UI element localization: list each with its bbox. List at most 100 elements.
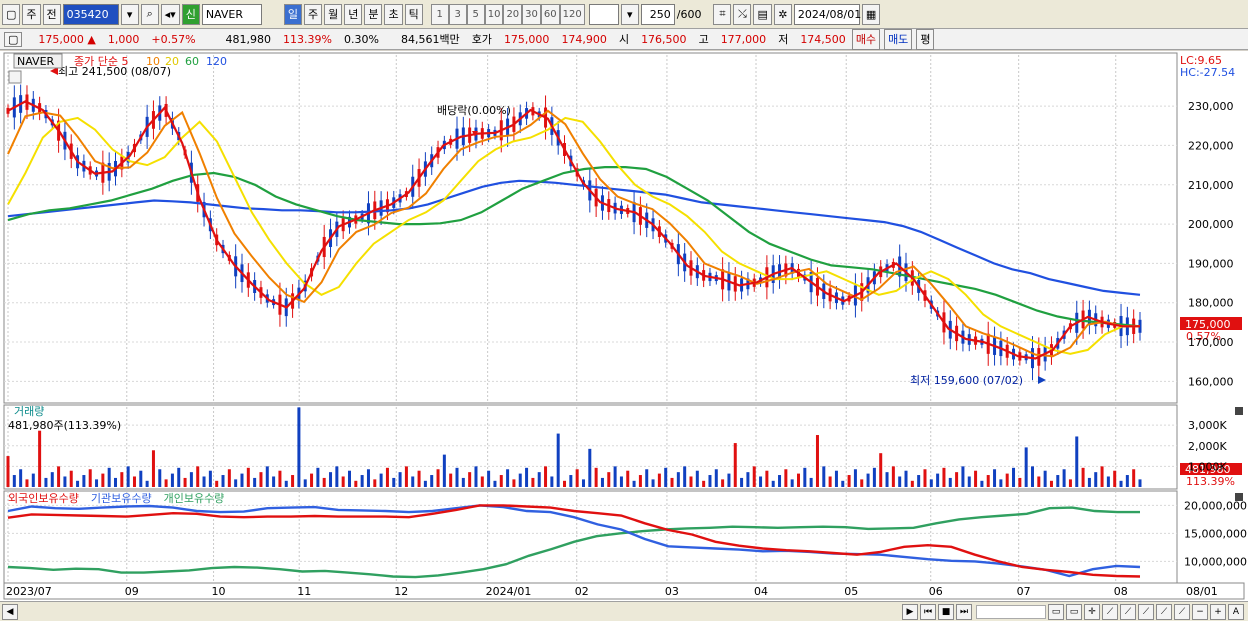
volume-bar [202, 476, 206, 487]
volume-bar [721, 479, 725, 487]
volume-bar [101, 473, 105, 487]
scrollbar[interactable]: ◀ ▶ ⏮ ■ ⏭ ▭ ▭ ✛ ⟋ ⟋ ⟋ ⟋ ⟋ − + A [0, 601, 1248, 621]
y-tick-label: 200,000 [1188, 218, 1234, 231]
panel-close-icon[interactable] [1235, 407, 1243, 415]
buy-button[interactable]: 매수 [851, 28, 881, 50]
sell-button[interactable]: 매도 [884, 28, 913, 50]
period-select[interactable]: 주 [22, 3, 41, 25]
interval-tab[interactable]: 20 [503, 3, 523, 25]
scroll-right-icon[interactable]: ▶ [902, 603, 918, 620]
volume-bar [38, 430, 42, 487]
timeframe-tab[interactable]: 년 [344, 3, 363, 25]
stock-name-field[interactable]: NAVER [201, 3, 262, 25]
y-tick-label: 190,000 [1188, 257, 1234, 270]
gear-icon[interactable]: ✲ [773, 3, 792, 25]
volume-bar [360, 475, 364, 487]
volume-bar [455, 467, 459, 487]
low-value: 174,500 [800, 32, 846, 46]
x-tick-label: 08 [1114, 585, 1128, 598]
volume-bar [50, 472, 54, 487]
interval-tab[interactable]: 3 [448, 3, 467, 25]
volume-bar [714, 469, 718, 487]
timeframe-tab[interactable]: 틱 [404, 3, 423, 25]
volume-bar [240, 473, 244, 487]
chevron-down-icon[interactable]: ▾ [620, 3, 639, 25]
draw-line-icon[interactable]: ⟋ [1102, 603, 1118, 620]
zoom-out-icon[interactable]: − [1192, 603, 1208, 620]
volume-bar [695, 470, 699, 487]
zoom-icon[interactable]: ▭ [1048, 603, 1064, 620]
interval-tab[interactable]: 5 [466, 3, 485, 25]
timeframe-tab[interactable]: 주 [303, 3, 323, 25]
timeframe-tab[interactable]: 일 [283, 3, 302, 25]
volume-bar [114, 477, 118, 487]
volume-bar [803, 467, 807, 487]
volume-bar [196, 466, 200, 487]
volume-bar [752, 466, 756, 487]
view-select[interactable]: 전 [42, 3, 61, 25]
zoom-slider[interactable] [976, 604, 1046, 619]
volume-bar [809, 477, 813, 487]
text-tool-icon[interactable]: A [1228, 603, 1244, 620]
volume-bar [638, 475, 642, 487]
legend-ma20: 20 [165, 55, 179, 68]
volume-bar [6, 456, 10, 487]
timeframe-tab[interactable]: 월 [324, 3, 343, 25]
volume-bar [253, 477, 257, 487]
speaker-icon[interactable]: ◂▾ [160, 3, 180, 25]
interval-tab[interactable]: 30 [522, 3, 541, 25]
draw-line-icon[interactable]: ⟋ [1120, 603, 1136, 620]
volume-bar [183, 477, 187, 487]
draw-line-icon[interactable]: ⟋ [1138, 603, 1154, 620]
low-label: 저 [778, 33, 789, 46]
interval-custom-input[interactable] [588, 3, 619, 25]
holdings-tick-label: 10,000,000 [1184, 555, 1247, 568]
interval-tab[interactable]: 60 [540, 3, 560, 25]
timeframe-tab[interactable]: 분 [364, 3, 383, 25]
interval-tab[interactable]: 1 [430, 3, 449, 25]
jump-end-icon[interactable]: ⏭ [956, 603, 972, 620]
interval-tab[interactable]: 10 [484, 3, 504, 25]
crosshair-icon[interactable]: ✛ [1084, 603, 1100, 620]
search-icon[interactable]: ⌕ [140, 3, 159, 25]
volume-bar [531, 477, 535, 487]
scroll-left-icon[interactable]: ◀ [2, 603, 18, 620]
save-icon[interactable]: ▤ [753, 3, 772, 25]
expand-icon[interactable]: ▢ [4, 31, 23, 47]
chart-tools-icon[interactable]: ⌗ [713, 3, 732, 25]
volume-bar [853, 469, 857, 487]
stock-chart[interactable]: 최고 241,500 (08/07)최저 159,600 (07/02)배당락(… [0, 51, 1248, 601]
panel-close-icon[interactable] [1235, 493, 1243, 501]
volume-bar [898, 476, 902, 487]
volume-bar [683, 466, 687, 487]
timeframe-tab[interactable]: 초 [384, 3, 403, 25]
volume-bar [613, 466, 617, 487]
volume-bar [942, 467, 946, 487]
volume-bar [373, 479, 377, 487]
volume-bar [278, 470, 282, 487]
volume-bar [493, 480, 497, 487]
zoom-icon[interactable]: ▭ [1066, 603, 1082, 620]
volume-bar [95, 479, 99, 487]
draw-line-icon[interactable]: ⟋ [1156, 603, 1172, 620]
toolbar: ▢ 주 전 035420 ▾ ⌕ ◂▾ 신 NAVER 일주월년분초틱 1351… [0, 0, 1248, 29]
stock-code-input[interactable]: 035420 [62, 3, 119, 25]
average-button[interactable]: 평 [916, 28, 935, 50]
chevron-down-icon[interactable]: ▾ [120, 3, 139, 25]
volume-bar [556, 433, 560, 487]
panel-settings-icon[interactable] [8, 70, 22, 84]
calendar-icon[interactable]: ▦ [861, 3, 881, 25]
stop-icon[interactable]: ■ [938, 603, 954, 620]
count-total: /600 [676, 7, 702, 21]
layout-icon[interactable]: ▢ [2, 3, 21, 25]
indicator-icon[interactable]: ⤯ [733, 3, 752, 25]
volume-bar [189, 472, 193, 487]
interval-tab[interactable]: 120 [559, 3, 585, 25]
jump-start-icon[interactable]: ⏮ [920, 603, 936, 620]
volume-bar [929, 479, 933, 487]
draw-line-icon[interactable]: ⟋ [1174, 603, 1190, 620]
date-input[interactable]: 2024/08/01 [793, 3, 861, 25]
volume-bar [607, 472, 611, 487]
zoom-in-icon[interactable]: + [1210, 603, 1226, 620]
count-input[interactable]: 250 [640, 3, 675, 25]
